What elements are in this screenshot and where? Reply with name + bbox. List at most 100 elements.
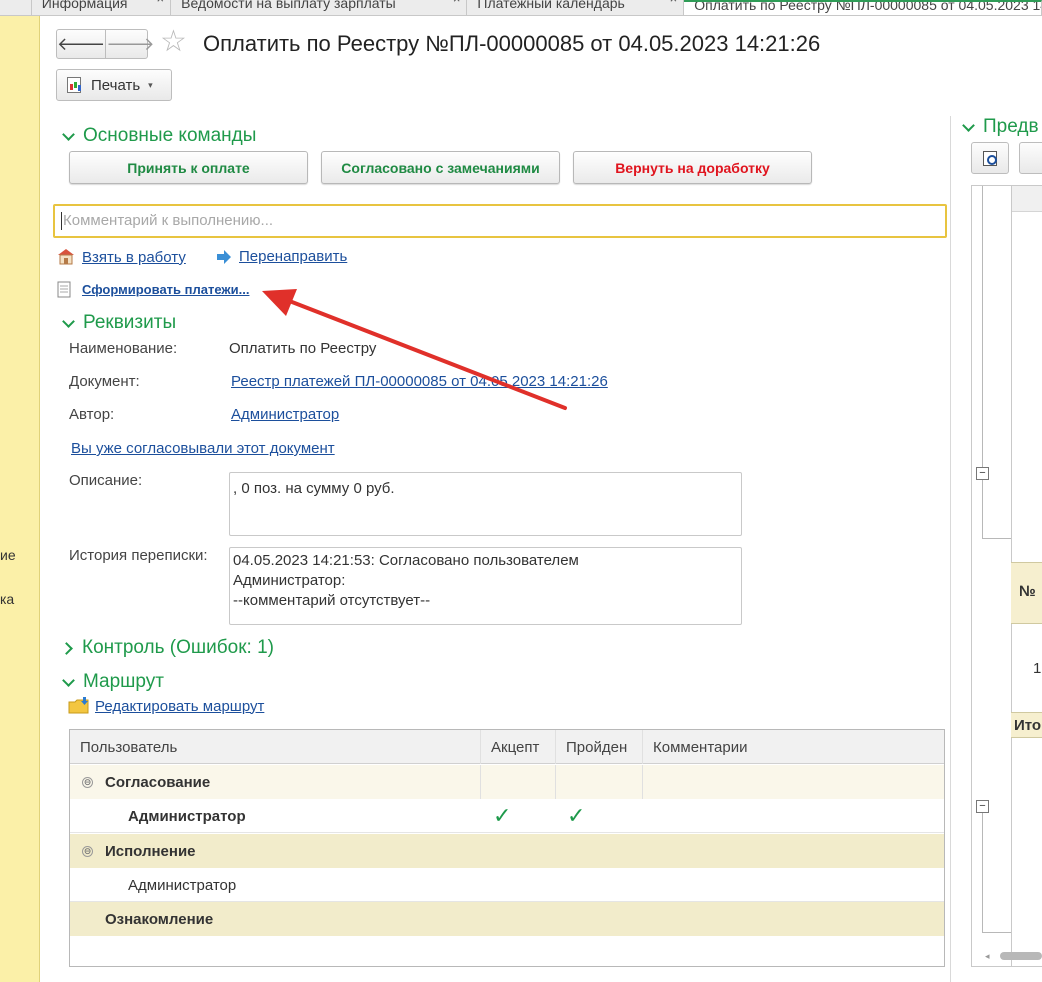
group-line xyxy=(982,186,983,538)
column-header-passed[interactable]: Пройден xyxy=(556,730,643,764)
section-control[interactable]: Контроль (Ошибок: 1) xyxy=(60,637,274,659)
forward-button[interactable]: 🡒 xyxy=(105,30,155,58)
user-cell: Администратор xyxy=(128,807,246,825)
column-header-comments[interactable]: Комментарии xyxy=(643,730,944,764)
history-line: Администратор: xyxy=(233,572,346,589)
preview-cell: № xyxy=(1019,583,1036,600)
redirect-link[interactable]: Перенаправить xyxy=(239,248,347,265)
tab-label: Оплатить по Реестру №ПЛ-00000085 от 04.0… xyxy=(694,0,1041,13)
collapse-icon[interactable]: ⊖ xyxy=(82,845,93,857)
group-line xyxy=(982,932,1011,933)
tab-label: Платежный календарь xyxy=(477,0,625,11)
tab-partial[interactable] xyxy=(0,0,32,15)
document-link[interactable]: Реестр платежей ПЛ-00000085 от 04.05.202… xyxy=(231,373,608,390)
navigation-buttons: 🡐 🡒 xyxy=(56,29,155,59)
edit-route-link[interactable]: Редактировать маршрут xyxy=(95,698,264,715)
section-details[interactable]: Реквизиты xyxy=(60,312,176,334)
arrow-right-icon xyxy=(217,249,231,264)
table-row-group[interactable]: ⊖ Согласование xyxy=(70,765,944,799)
table-header: Пользователь Акцепт Пройден Комментарии xyxy=(70,730,944,764)
document-label: Документ: xyxy=(69,373,140,390)
already-agreed-link[interactable]: Вы уже согласовывали этот документ xyxy=(71,440,335,457)
section-preview[interactable]: Предв xyxy=(960,116,1039,138)
favorite-star-icon[interactable]: ☆ xyxy=(160,27,187,57)
author-label: Автор: xyxy=(69,406,115,423)
author-link[interactable]: Администратор xyxy=(231,406,339,423)
table-row[interactable]: Администратор ✓ ✓ xyxy=(70,799,944,833)
take-to-work-action[interactable]: Взять в работу xyxy=(56,248,186,266)
close-icon[interactable]: × xyxy=(670,0,678,5)
group-cell: ⊖ Согласование xyxy=(70,765,481,799)
table-row-group[interactable]: ⊖ Исполнение xyxy=(70,834,944,868)
close-icon[interactable]: × xyxy=(157,0,165,5)
column-header-user[interactable]: Пользователь xyxy=(70,730,481,764)
left-panel-item[interactable]: ие xyxy=(0,547,16,563)
section-main-commands[interactable]: Основные команды xyxy=(60,125,256,147)
name-label: Наименование: xyxy=(69,340,178,357)
chevron-right-icon xyxy=(60,641,73,655)
preview-icon xyxy=(983,151,997,166)
route-table[interactable]: Пользователь Акцепт Пройден Комментарии … xyxy=(69,729,945,967)
section-title: Основные команды xyxy=(83,125,257,146)
back-button[interactable]: 🡐 xyxy=(57,30,105,58)
scroll-left-icon[interactable]: ◂ xyxy=(985,951,990,962)
tab-salary-statements[interactable]: Ведомости на выплату зарплаты × xyxy=(171,0,468,15)
chevron-down-icon xyxy=(62,127,75,141)
group-label: Исполнение xyxy=(105,842,196,860)
description-field[interactable]: , 0 поз. на сумму 0 руб. xyxy=(229,472,742,536)
panel-divider[interactable] xyxy=(950,116,951,982)
name-value: Оплатить по Реестру xyxy=(229,340,377,357)
form-payments-action[interactable]: Сформировать платежи... xyxy=(57,281,249,298)
print-report-icon xyxy=(67,77,81,93)
print-button-right[interactable] xyxy=(1019,142,1042,174)
description-value: , 0 поз. на сумму 0 руб. xyxy=(233,480,395,497)
history-line: 04.05.2023 14:21:53: Согласовано пользов… xyxy=(233,552,579,569)
table-row-group[interactable]: Ознакомление xyxy=(70,902,944,936)
agreed-with-remarks-button[interactable]: Согласовано с замечаниями xyxy=(321,151,560,184)
group-line xyxy=(982,812,983,932)
section-title: Предв xyxy=(983,116,1039,137)
section-route[interactable]: Маршрут xyxy=(60,671,164,693)
group-label: Согласование xyxy=(105,773,211,791)
chevron-down-icon xyxy=(962,118,975,132)
return-for-revision-button[interactable]: Вернуть на доработку xyxy=(573,151,812,184)
section-title: Реквизиты xyxy=(83,312,177,333)
tab-label: Ведомости на выплату зарплаты xyxy=(181,0,396,11)
passed-check-icon: ✓ xyxy=(567,803,586,828)
collapse-icon[interactable]: − xyxy=(976,800,989,813)
tab-payment-task[interactable]: Оплатить по Реестру №ПЛ-00000085 от 04.0… xyxy=(684,0,1042,15)
arrow-right-icon: 🡒 xyxy=(106,33,155,54)
table-row[interactable]: Администратор xyxy=(70,868,944,902)
history-line: --комментарий отсутствует-- xyxy=(233,592,431,609)
column-header-accept[interactable]: Акцепт xyxy=(481,730,556,764)
take-to-work-icon xyxy=(58,249,74,265)
collapse-icon[interactable]: ⊖ xyxy=(82,776,93,788)
history-field[interactable]: 04.05.2023 14:21:53: Согласовано пользов… xyxy=(229,547,742,625)
left-section-panel: ие ка xyxy=(0,16,40,982)
redirect-action[interactable]: Перенаправить xyxy=(216,248,347,265)
edit-route-action[interactable]: Редактировать маршрут xyxy=(68,697,264,715)
description-label: Описание: xyxy=(69,472,143,489)
passed-cell xyxy=(556,765,643,799)
document-icon xyxy=(57,281,71,298)
accept-cell xyxy=(481,765,556,799)
user-cell: Администратор xyxy=(128,876,237,894)
tab-payment-calendar[interactable]: Платежный календарь × xyxy=(467,0,685,15)
print-button[interactable]: Печать ▾ xyxy=(56,69,172,101)
horizontal-scrollbar[interactable] xyxy=(1000,952,1042,960)
chevron-down-icon xyxy=(62,673,75,687)
collapse-icon[interactable]: − xyxy=(976,467,989,480)
close-icon[interactable]: × xyxy=(453,0,461,5)
comment-input[interactable]: Комментарий к выполнению... xyxy=(53,204,947,238)
preview-button[interactable] xyxy=(971,142,1009,174)
group-label: Ознакомление xyxy=(105,910,214,928)
accept-payment-button[interactable]: Принять к оплате xyxy=(69,151,308,184)
take-to-work-link[interactable]: Взять в работу xyxy=(82,249,186,266)
group-cell: ⊖ Исполнение xyxy=(70,834,481,868)
section-title: Контроль (Ошибок: 1) xyxy=(82,637,274,658)
left-panel-item[interactable]: ка xyxy=(0,591,14,607)
form-payments-link[interactable]: Сформировать платежи... xyxy=(82,282,249,297)
accept-check-icon: ✓ xyxy=(493,803,512,828)
tab-info[interactable]: Информация × xyxy=(32,0,172,15)
chevron-down-icon xyxy=(62,314,75,328)
